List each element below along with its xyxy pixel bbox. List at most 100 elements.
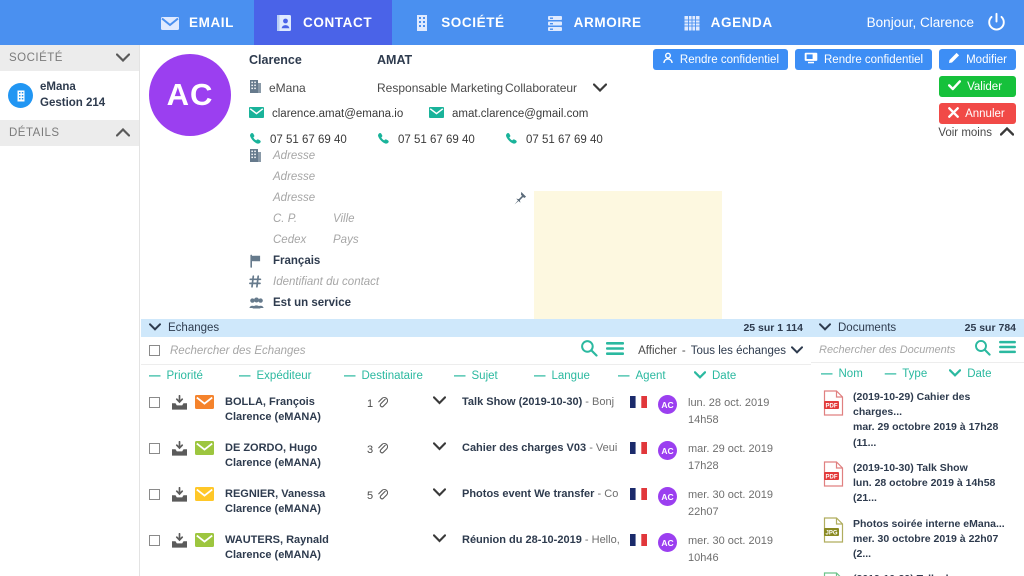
address-line-2-row[interactable]: Adresse: [249, 166, 499, 187]
table-row[interactable]: DE ZORDO, Hugo Clarence (eMANA) 3 Cahier…: [141, 433, 811, 479]
column-header-expediteur[interactable]: — Expéditeur: [239, 370, 344, 382]
row-agent-initials: AC: [658, 395, 677, 414]
contact-company: eMana: [269, 81, 306, 95]
address-cedex-pays-row[interactable]: Cedex Pays: [249, 229, 499, 250]
rendre-confidentiel-user-button[interactable]: Rendre confidentiel: [652, 49, 788, 70]
sidebar-section-details[interactable]: DÉTAILS: [0, 120, 139, 147]
column-header-date[interactable]: Date: [693, 370, 736, 382]
row-attachments: [367, 533, 417, 534]
contact-type-cell[interactable]: Collaborateur: [505, 81, 608, 95]
column-header-agent-label: Agent: [635, 370, 666, 382]
row-expand-toggle[interactable]: [417, 533, 462, 543]
nav-tab-contact[interactable]: CONTACT: [254, 0, 393, 45]
row-checkbox[interactable]: [149, 441, 171, 457]
list-item[interactable]: JPG Photos soirée interne eMana... mer. …: [811, 512, 1024, 568]
file-pdf-icon: PDF: [823, 461, 845, 487]
contact-company-cell: eMana: [249, 79, 377, 97]
document-meta: lun. 28 octobre 2019 à 14h58 (21...: [853, 477, 996, 505]
chevron-down-icon[interactable]: [592, 81, 608, 95]
power-icon[interactable]: [985, 11, 1008, 34]
contact-identifier-row[interactable]: Identifiant du contact: [249, 271, 499, 292]
pencil-icon: [948, 52, 960, 67]
chevron-up-icon: [999, 126, 1015, 139]
contact-email-primary-cell[interactable]: clarence.amat@emana.io: [249, 107, 429, 121]
row-expand-toggle[interactable]: [417, 395, 462, 405]
documents-panel-header[interactable]: Documents 25 sur 784: [811, 319, 1024, 337]
column-header-agent[interactable]: — Agent: [618, 370, 694, 382]
envelope-icon: [195, 533, 225, 550]
annuler-label: Annuler: [965, 107, 1005, 120]
nav-tab-agenda[interactable]: AGENDA: [662, 0, 793, 45]
row-expand-toggle[interactable]: [417, 487, 462, 497]
address-line-1-row[interactable]: Adresse: [249, 145, 499, 166]
nav-tab-societe[interactable]: SOCIÉTÉ: [392, 0, 524, 45]
doc-column-header-type[interactable]: — Type: [885, 368, 927, 380]
paperclip-icon: [377, 442, 389, 458]
column-header-expediteur-label: Expéditeur: [256, 370, 312, 382]
sort-none-icon: —: [149, 370, 161, 382]
annuler-button[interactable]: Annuler: [939, 103, 1016, 124]
doc-column-header-nom[interactable]: — Nom: [821, 368, 863, 380]
list-item[interactable]: PDF (2019-10-29) Cahier des charges... m…: [811, 385, 1024, 456]
row-date-cell: mer. 30 oct. 2019 10h46: [688, 533, 773, 566]
row-checkbox[interactable]: [149, 395, 171, 411]
contact-email-secondary: amat.clarence@gmail.com: [452, 108, 589, 120]
sidebar-section-societe[interactable]: SOCIÉTÉ: [0, 45, 139, 71]
valider-button[interactable]: Valider: [939, 76, 1016, 97]
column-header-destinataire[interactable]: — Destinataire: [344, 370, 454, 382]
contact-role: Responsable Marketing: [377, 81, 504, 95]
row-checkbox[interactable]: [149, 487, 171, 503]
documents-search-input[interactable]: Rechercher des Documents: [819, 344, 966, 356]
search-icon[interactable]: [580, 339, 598, 362]
modifier-button[interactable]: Modifier: [939, 49, 1016, 70]
column-header-langue-label: Langue: [551, 370, 590, 382]
column-header-langue[interactable]: — Langue: [534, 370, 618, 382]
table-row[interactable]: BOLLA, François Clarence (eMANA) 1 Talk …: [141, 387, 811, 433]
echanges-column-headers: — Priorité — Expéditeur — Destinataire —…: [141, 365, 811, 387]
column-header-sujet[interactable]: — Sujet: [454, 370, 534, 382]
echanges-filter-dropdown[interactable]: Afficher - Tous les échanges: [638, 345, 803, 357]
pin-icon[interactable]: [512, 191, 527, 211]
contact-address-block: Adresse Adresse Adresse C. P. Ville Cede…: [249, 145, 499, 313]
row-sender-recipient: DE ZORDO, Hugo Clarence (eMANA): [225, 441, 367, 471]
row-checkbox[interactable]: [149, 533, 171, 549]
contact-phone-3: 07 51 67 69 40: [526, 134, 603, 146]
flag-fr-icon: [630, 533, 658, 549]
echanges-search-input[interactable]: Rechercher des Echanges: [170, 345, 572, 357]
rendre-confidentiel-screen-button[interactable]: Rendre confidentiel: [795, 49, 933, 70]
address-cp-ville-row[interactable]: C. P. Ville: [249, 208, 499, 229]
rendre-confidentiel-user-label: Rendre confidentiel: [679, 53, 779, 66]
list-item[interactable]: XLS (2019-10-29) Talk show lun. 28 octob…: [811, 567, 1024, 576]
contact-is-service-row[interactable]: Est un service: [249, 292, 499, 313]
file-jpg-icon: JPG: [823, 516, 845, 543]
nav-tab-email[interactable]: EMAIL: [140, 0, 254, 45]
sidebar-company-item[interactable]: eMana Gestion 214: [0, 71, 139, 120]
documents-title: Documents: [838, 322, 897, 334]
cabinet-icon: [545, 13, 565, 33]
sidebar-company-name: eMana Gestion 214: [40, 80, 105, 111]
sidebar-societe-label: SOCIÉTÉ: [9, 52, 63, 64]
list-menu-icon[interactable]: [999, 340, 1016, 359]
doc-column-header-date[interactable]: Date: [949, 368, 992, 380]
table-row[interactable]: REGNIER, Vanessa Clarence (eMANA) 5 Phot…: [141, 479, 811, 525]
file-xls-icon: XLS: [823, 572, 845, 576]
row-expand-toggle[interactable]: [417, 441, 462, 451]
column-header-priorite[interactable]: — Priorité: [149, 370, 239, 382]
contact-phone-3-cell[interactable]: 07 51 67 69 40: [505, 132, 633, 148]
contact-email-secondary-cell[interactable]: amat.clarence@gmail.com: [429, 107, 588, 121]
list-menu-icon[interactable]: [606, 341, 625, 361]
echanges-select-all-checkbox[interactable]: [149, 345, 160, 356]
address-line-3-row[interactable]: Adresse: [249, 187, 499, 208]
search-icon[interactable]: [974, 339, 991, 361]
contact-language-row[interactable]: Français: [249, 250, 499, 271]
list-item[interactable]: PDF (2019-10-30) Talk Show lun. 28 octob…: [811, 456, 1024, 512]
contact-first-name: Clarence: [249, 53, 302, 67]
nav-left-spacer: [0, 0, 140, 45]
table-row[interactable]: WAUTERS, Raynald Clarence (eMANA) Réunio…: [141, 525, 811, 571]
voir-moins-toggle[interactable]: Voir moins: [938, 126, 1015, 139]
document-text: (2019-10-30) Talk Show lun. 28 octobre 2…: [853, 461, 1016, 507]
nav-tab-armoire[interactable]: ARMOIRE: [525, 0, 662, 45]
echanges-panel-header[interactable]: Echanges 25 sur 1 114: [141, 319, 811, 337]
documents-column-headers: — Nom — Type Date: [811, 363, 1024, 385]
modifier-label: Modifier: [966, 53, 1007, 66]
